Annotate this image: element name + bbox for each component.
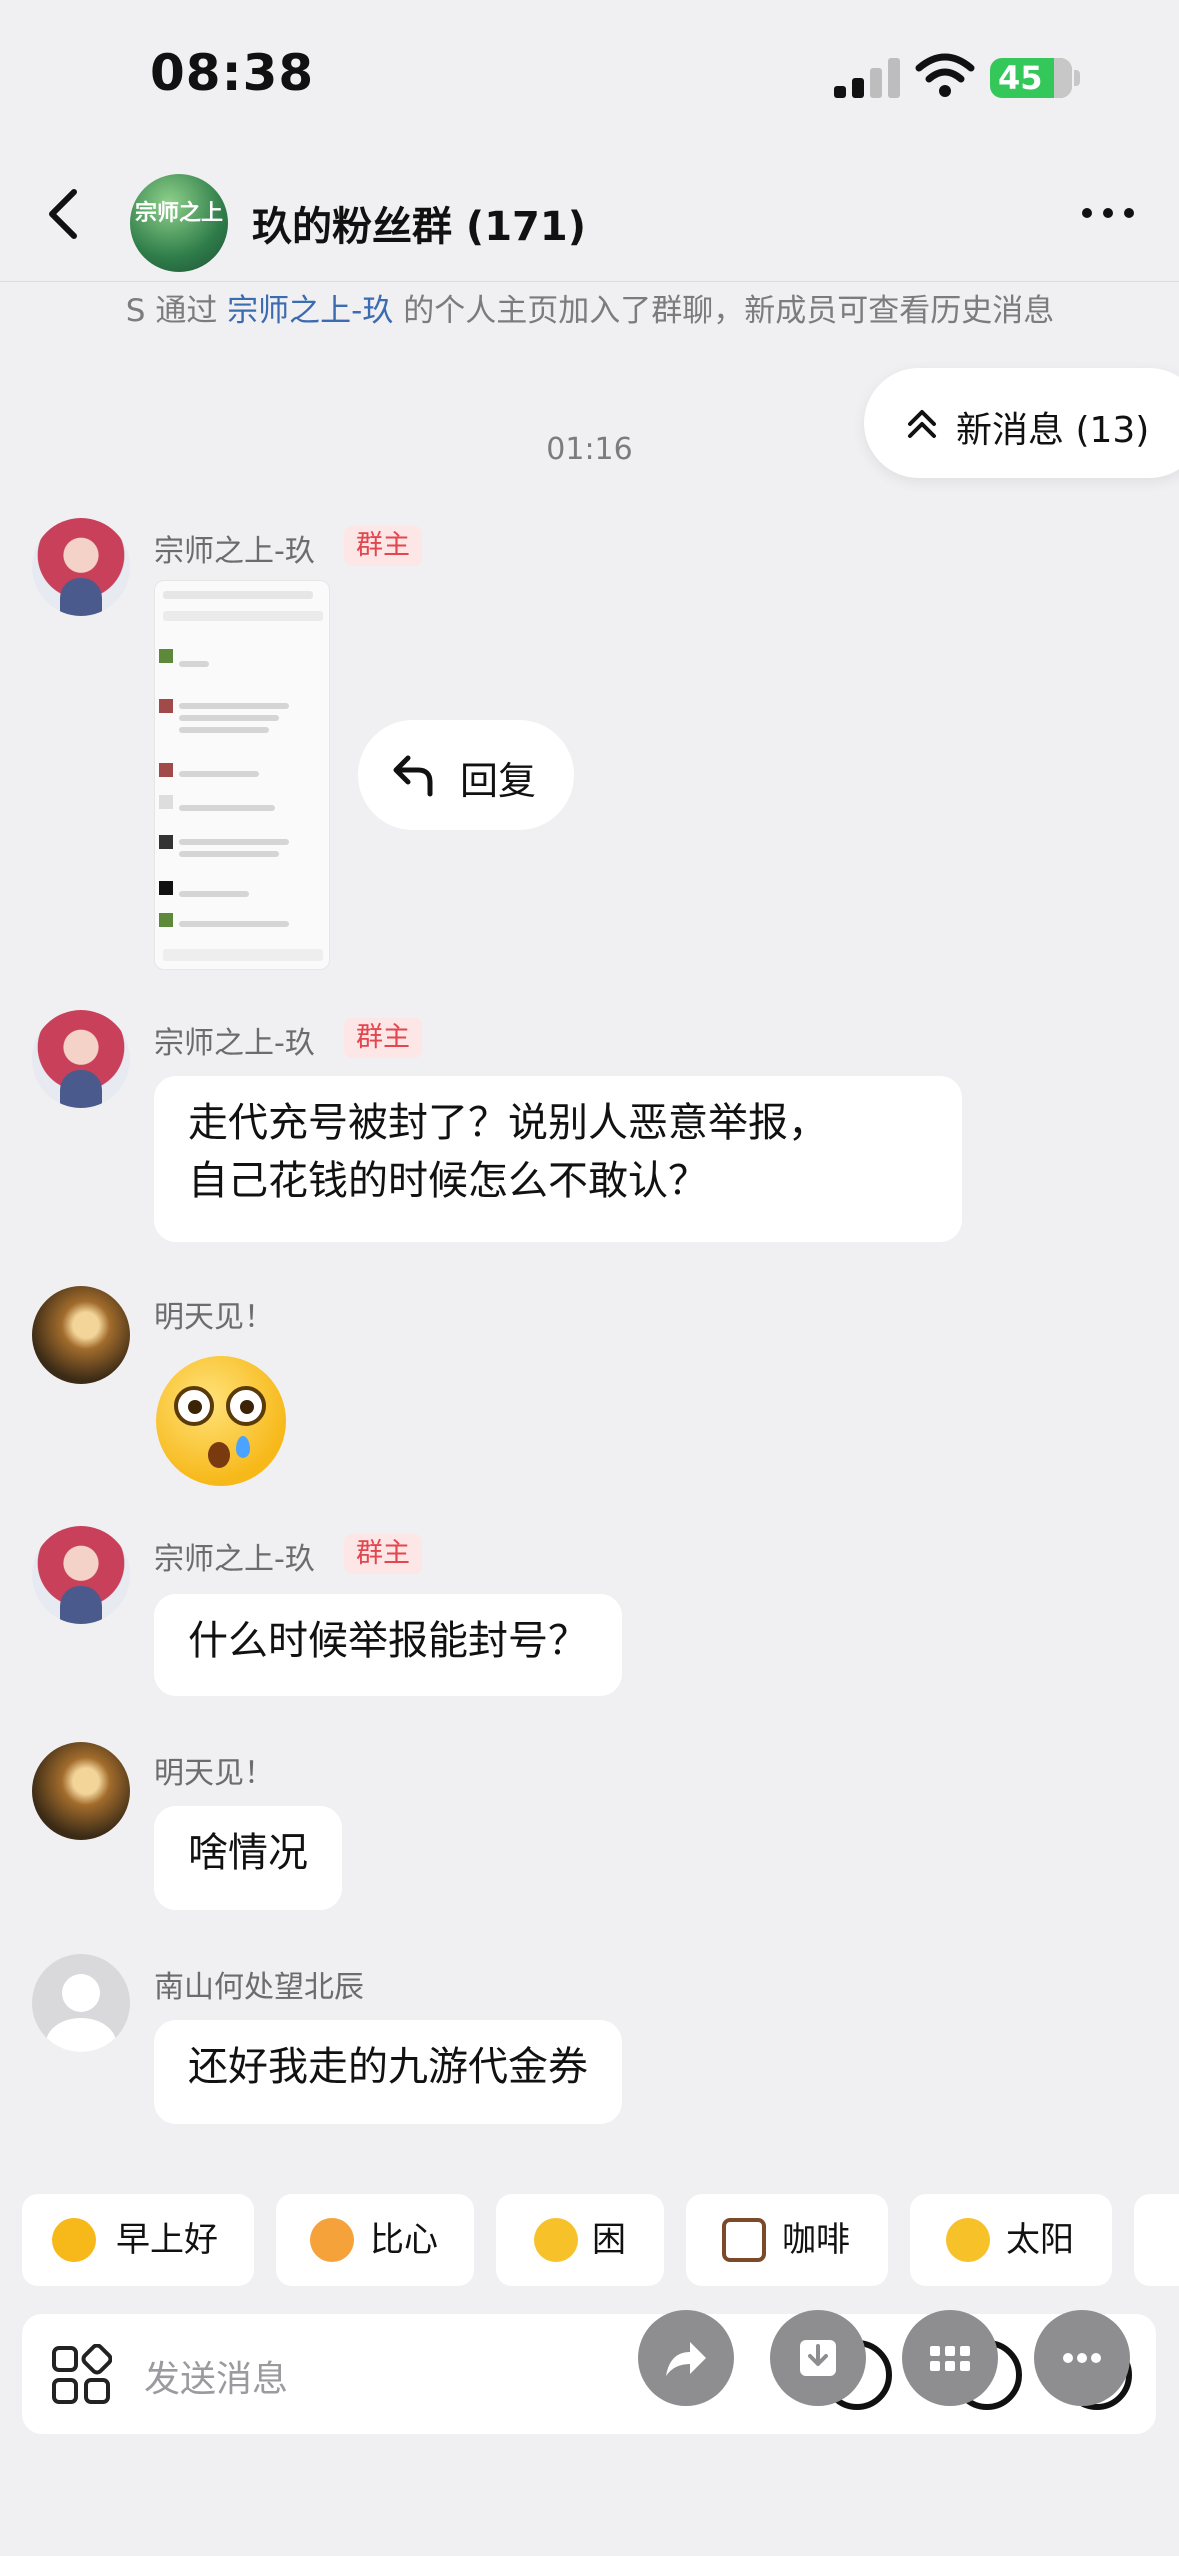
shocked-face-emoji-icon[interactable] <box>156 1356 286 1486</box>
grid-icon <box>930 2346 970 2371</box>
message-input-placeholder[interactable]: 发送消息 <box>144 2350 288 2402</box>
sender-name: 明天见！ <box>154 1756 274 1791</box>
message-bubble[interactable]: 走代充号被封了？说别人恶意举报， 自己花钱的时候怎么不敢认？ <box>154 1076 962 1242</box>
save-button[interactable] <box>770 2310 866 2406</box>
download-icon <box>800 2340 836 2376</box>
battery-level: 45 <box>998 59 1043 97</box>
system-notice: S 通过 宗师之上-玖 的个人主页加入了群聊，新成员可查看历史消息 <box>120 288 1060 334</box>
avatar[interactable] <box>32 1526 130 1624</box>
sender-name: 宗师之上-玖 <box>154 534 315 569</box>
double-chevron-up-icon <box>908 410 936 438</box>
apps-grid-icon[interactable] <box>50 2344 112 2406</box>
share-button[interactable] <box>638 2310 734 2406</box>
wifi-icon <box>915 53 975 97</box>
ellipsis-icon <box>1063 2353 1101 2363</box>
new-messages-button[interactable]: 新消息 (13) <box>864 368 1179 478</box>
sender-name: 宗师之上-玖 <box>154 1542 315 1577</box>
battery-tip <box>1074 70 1080 86</box>
notice-suffix: 的个人主页加入了群聊，新成员可查看历史消息 <box>393 293 1055 329</box>
reply-label: 回复 <box>460 759 537 803</box>
quick-reaction-chip[interactable]: 早上好 <box>22 2194 254 2286</box>
new-messages-label: 新消息 (13) <box>956 410 1150 451</box>
more-actions-button[interactable] <box>1034 2310 1130 2406</box>
status-time: 08:38 <box>150 44 315 102</box>
heart-hands-icon <box>310 2218 354 2262</box>
message-bubble[interactable]: 还好我走的九游代金券 <box>154 2020 622 2124</box>
share-arrow-icon <box>666 2342 706 2376</box>
quick-reaction-chip[interactable]: 比心 <box>276 2194 474 2286</box>
quick-reaction-chip-partial[interactable] <box>1134 2194 1179 2286</box>
owner-badge: 群主 <box>344 1534 422 1574</box>
quick-reaction-chip[interactable]: 咖啡 <box>686 2194 888 2286</box>
back-arrow-icon[interactable] <box>36 184 96 244</box>
battery-icon: 45 <box>990 58 1072 98</box>
message-text-line: 走代充号被封了？说别人恶意举报， <box>188 1100 828 1146</box>
sender-name: 南山何处望北辰 <box>154 1970 364 2005</box>
chip-label: 早上好 <box>116 2220 218 2260</box>
image-message[interactable] <box>154 580 330 970</box>
avatar[interactable] <box>32 518 130 616</box>
chip-label: 比心 <box>370 2220 438 2260</box>
notice-prefix: S 通过 <box>125 293 228 329</box>
quick-reaction-chip[interactable]: 太阳 <box>910 2194 1112 2286</box>
avatar[interactable] <box>32 1010 130 1108</box>
message-text: 啥情况 <box>188 1830 308 1876</box>
reply-arrow-icon <box>393 755 433 797</box>
group-title[interactable]: 玖的粉丝群 (171) <box>252 194 586 252</box>
status-bar: 08:38 45 <box>0 0 1179 150</box>
message-text: 还好我走的九游代金券 <box>188 2044 588 2090</box>
more-options-icon[interactable] <box>1078 198 1138 228</box>
message-bubble[interactable]: 什么时候举报能封号？ <box>154 1594 622 1696</box>
owner-badge: 群主 <box>344 1018 422 1058</box>
notice-profile-link[interactable]: 宗师之上-玖 <box>227 293 393 329</box>
grid-button[interactable] <box>902 2310 998 2406</box>
sender-name: 宗师之上-玖 <box>154 1026 315 1061</box>
coffee-icon <box>722 2218 766 2262</box>
default-avatar[interactable] <box>32 1954 130 2052</box>
avatar[interactable] <box>32 1742 130 1840</box>
quick-reaction-chip[interactable]: 困 <box>496 2194 664 2286</box>
message-text-line: 自己花钱的时候怎么不敢认？ <box>188 1158 708 1204</box>
reply-button[interactable]: 回复 <box>358 720 574 830</box>
group-avatar[interactable]: 宗师之上 <box>130 174 228 272</box>
owner-badge: 群主 <box>344 526 422 566</box>
message-text: 什么时候举报能封号？ <box>188 1618 588 1664</box>
chip-label: 困 <box>592 2220 626 2260</box>
chip-label: 咖啡 <box>782 2220 850 2260</box>
sender-name: 明天见！ <box>154 1300 274 1335</box>
sleepy-face-icon <box>534 2218 578 2262</box>
chat-header: 宗师之上 玖的粉丝群 (171) <box>0 150 1179 282</box>
quick-reaction-bar: 早上好 比心 困 咖啡 太阳 <box>0 2194 1179 2286</box>
sun-icon <box>946 2218 990 2262</box>
group-avatar-text: 宗师之上 <box>134 201 223 226</box>
cellular-signal-icon <box>834 58 900 98</box>
avatar[interactable] <box>32 1286 130 1384</box>
sun-face-icon <box>52 2218 96 2262</box>
chip-label: 太阳 <box>1006 2220 1074 2260</box>
message-bubble[interactable]: 啥情况 <box>154 1806 342 1910</box>
